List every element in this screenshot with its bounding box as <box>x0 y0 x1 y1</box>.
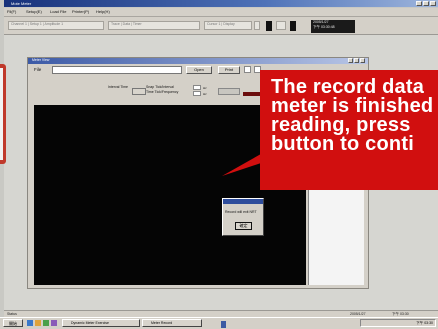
task-button-meter-record[interactable]: Meter Record <box>142 319 202 327</box>
desktop-icon[interactable] <box>27 320 33 326</box>
system-tray[interactable]: 下午 03:30 <box>360 319 436 327</box>
start-button[interactable]: 開始 <box>3 319 23 327</box>
bottom-marker <box>221 321 226 328</box>
task-button-exercise[interactable]: Dynamic Meter Exercise <box>62 319 140 327</box>
status-date: 2005/1/27 <box>350 312 366 316</box>
media-icon[interactable] <box>51 320 57 326</box>
callout-text: The record data meter is finished readin… <box>271 78 434 154</box>
tray-clock: 下午 03:30 <box>416 321 433 325</box>
explorer-icon[interactable] <box>35 320 41 326</box>
taskbar: 開始 Dynamic Meter Exercise Meter Record 下… <box>0 317 438 329</box>
status-text: Status <box>7 312 17 316</box>
browser-icon[interactable] <box>43 320 49 326</box>
